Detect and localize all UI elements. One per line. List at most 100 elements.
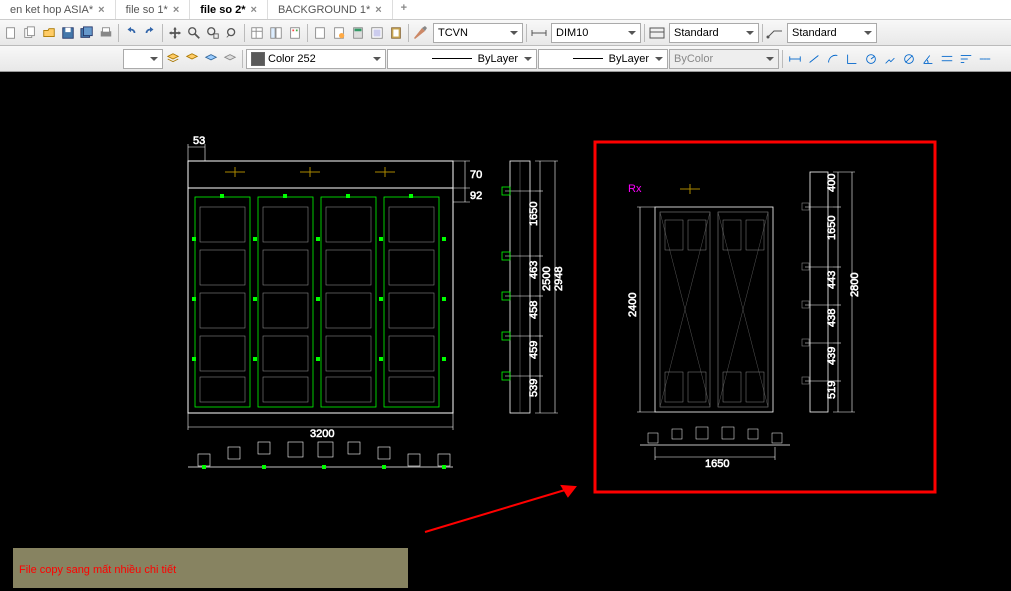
zoom-prev-icon[interactable] [223,24,241,42]
save-icon[interactable] [59,24,77,42]
dim-ordinate-icon[interactable] [843,50,861,68]
svg-text:443: 443 [826,271,838,289]
print-icon[interactable] [97,24,115,42]
layer-match-icon[interactable] [221,50,239,68]
svg-text:519: 519 [826,381,838,399]
layer-filter-dropdown[interactable] [123,49,163,69]
tab-label: file so 1* [126,4,168,16]
annotation-text: File copy sang mất nhiều chi tiết [19,564,176,576]
layer-prev-icon[interactable] [183,50,201,68]
separator [762,24,763,42]
mleader-style-icon[interactable] [766,25,786,41]
table-style-value: Standard [674,27,719,39]
drawing-canvas[interactable]: 53 70 92 3200 [0,72,1011,591]
properties-icon[interactable] [248,24,266,42]
dim-style-icon[interactable] [530,25,550,41]
svg-text:439: 439 [826,347,838,365]
dim-quick-icon[interactable] [938,50,956,68]
tab-add-button[interactable]: + [393,0,415,19]
svg-text:400: 400 [826,174,838,192]
svg-text:1650: 1650 [528,202,540,226]
calc-icon[interactable] [349,24,367,42]
dim-aligned-icon[interactable] [805,50,823,68]
table-style-dropdown[interactable]: Standard [669,23,759,43]
annotation-text-box: File copy sang mất nhiều chi tiết [13,548,408,588]
zoom-window-icon[interactable] [204,24,222,42]
plotstyle-dropdown[interactable]: ByColor [669,49,779,69]
svg-text:459: 459 [528,341,540,359]
text-style-icon[interactable] [412,25,432,41]
separator [644,24,645,42]
model-space-drawing: 53 70 92 3200 [0,72,1011,591]
undo-icon[interactable] [122,24,140,42]
separator [526,24,527,42]
tab-label: file so 2* [200,4,245,16]
dim-baseline-icon[interactable] [957,50,975,68]
separator [307,24,308,42]
close-icon[interactable]: × [375,4,381,16]
redo-icon[interactable] [141,24,159,42]
svg-text:2500: 2500 [541,267,553,291]
linetype-value: ByLayer [478,53,518,65]
separator [162,24,163,42]
close-icon[interactable]: × [173,4,179,16]
design-center-icon[interactable] [267,24,285,42]
dim-style-dropdown[interactable]: DIM10 [551,23,641,43]
svg-text:2948: 2948 [553,267,565,291]
color-value: Color 252 [268,53,316,65]
color-dropdown[interactable]: Color 252 [246,49,386,69]
zoom-realtime-icon[interactable] [185,24,203,42]
svg-text:463: 463 [528,261,540,279]
mleader-style-value: Standard [792,27,837,39]
dimension-tools [786,50,994,68]
separator [408,24,409,42]
svg-text:3200: 3200 [310,428,334,440]
lineweight-preview [573,58,603,59]
tab-doc-3[interactable]: BACKGROUND 1* × [268,0,393,19]
new-sheet-icon[interactable] [21,24,39,42]
sheet-icon[interactable] [311,24,329,42]
text-style-dropdown[interactable]: TCVN [433,23,523,43]
lineweight-dropdown[interactable]: ByLayer [538,49,668,69]
svg-text:70: 70 [470,169,482,181]
svg-text:1650: 1650 [826,216,838,240]
tab-label: BACKGROUND 1* [278,4,370,16]
document-tabs: en ket hop ASIA* × file so 1* × file so 2*… [0,0,1011,20]
tab-doc-0[interactable]: en ket hop ASIA* × [0,0,116,19]
mleader-style-dropdown[interactable]: Standard [787,23,877,43]
block-icon[interactable] [368,24,386,42]
tab-doc-1[interactable]: file so 1* × [116,0,191,19]
close-icon[interactable]: × [251,4,257,16]
tab-doc-2[interactable]: file so 2* × [190,0,268,19]
saveall-icon[interactable] [78,24,96,42]
main-toolbar: TCVN DIM10 Standard Standard [0,20,1011,46]
close-icon[interactable]: × [98,4,104,16]
layer-icon[interactable] [164,50,182,68]
dim-radius-icon[interactable] [862,50,880,68]
right-drawing: Rx 2400 400 [627,172,861,470]
tab-label: en ket hop ASIA* [10,4,93,16]
svg-text:53: 53 [193,135,205,147]
svg-text:92: 92 [470,190,482,202]
tool-palette-icon[interactable] [286,24,304,42]
dim-jogged-icon[interactable] [881,50,899,68]
dim-arc-icon[interactable] [824,50,842,68]
dim-continue-icon[interactable] [976,50,994,68]
dim-linear-icon[interactable] [786,50,804,68]
new-icon[interactable] [2,24,20,42]
layer-state-icon[interactable] [202,50,220,68]
svg-text:2800: 2800 [849,273,861,297]
table-style-icon[interactable] [648,25,668,41]
markup-icon[interactable] [330,24,348,42]
lineweight-value: ByLayer [609,53,649,65]
pan-icon[interactable] [166,24,184,42]
separator [242,50,243,68]
linetype-preview [432,58,472,59]
linetype-dropdown[interactable]: ByLayer [387,49,537,69]
highlight-box [595,142,935,492]
dim-diameter-icon[interactable] [900,50,918,68]
open-icon[interactable] [40,24,58,42]
paste-icon[interactable] [387,24,405,42]
separator [782,50,783,68]
dim-angular-icon[interactable] [919,50,937,68]
